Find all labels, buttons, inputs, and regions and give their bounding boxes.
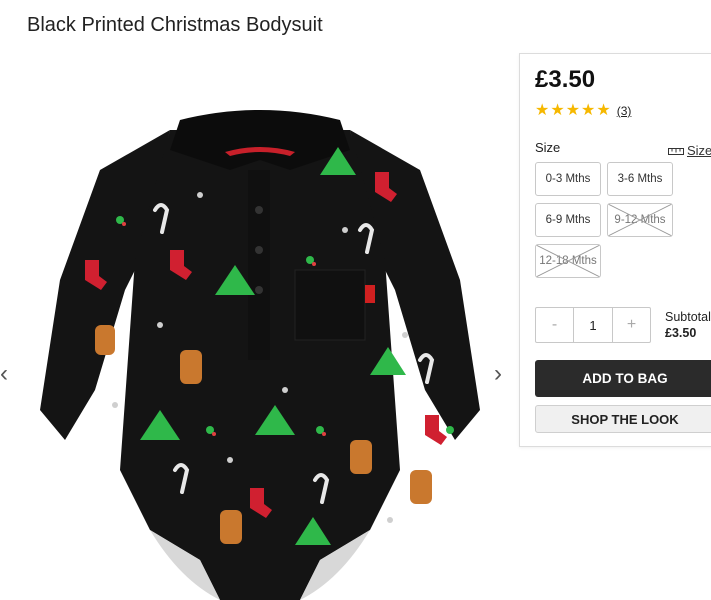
unavailable-cross-icon bbox=[536, 245, 600, 277]
size-option-3-6-mths[interactable]: 3-6 Mths bbox=[607, 162, 673, 196]
star-icon: ★ bbox=[596, 102, 611, 119]
size-label: Size bbox=[535, 140, 561, 155]
star-icon: ★ bbox=[550, 102, 565, 119]
star-icon: ★ bbox=[535, 102, 550, 119]
purchase-panel: £3.50 ★ ★ ★ ★ ★ (3) Size Size 0-3 Mths 3… bbox=[519, 53, 711, 447]
size-option-0-3-mths[interactable]: 0-3 Mths bbox=[535, 162, 601, 196]
size-option-label: 3-6 Mths bbox=[617, 173, 663, 185]
size-guide-link[interactable]: Size bbox=[668, 143, 711, 158]
shop-the-look-button[interactable]: SHOP THE LOOK bbox=[535, 405, 711, 433]
size-option-label: 0-3 Mths bbox=[545, 173, 591, 185]
unavailable-cross-icon bbox=[608, 204, 672, 236]
quantity-stepper: - 1 + bbox=[535, 307, 651, 343]
product-title: Black Printed Christmas Bodysuit bbox=[27, 14, 323, 36]
quantity-decrease-button[interactable]: - bbox=[536, 308, 573, 342]
gallery-next-arrow[interactable]: › bbox=[494, 362, 502, 386]
quantity-input[interactable]: 1 bbox=[573, 308, 613, 342]
size-option-label: 6-9 Mths bbox=[545, 214, 591, 226]
subtotal-amount: £3.50 bbox=[665, 326, 697, 340]
product-price: £3.50 bbox=[535, 66, 596, 93]
subtotal: Subtotal £3.50 bbox=[665, 309, 711, 341]
rating-stars: ★ ★ ★ ★ ★ (3) bbox=[535, 103, 631, 119]
add-to-bag-button[interactable]: ADD TO BAG bbox=[535, 360, 711, 397]
ruler-icon bbox=[668, 147, 684, 155]
star-icon: ★ bbox=[581, 102, 596, 119]
review-count-link[interactable]: (3) bbox=[617, 104, 632, 118]
quantity-increase-button[interactable]: + bbox=[613, 308, 650, 342]
star-icon: ★ bbox=[565, 102, 581, 119]
size-option-6-9-mths[interactable]: 6-9 Mths bbox=[535, 203, 601, 237]
gallery-prev-arrow[interactable]: ‹ bbox=[0, 362, 8, 386]
product-gallery: ‹ › bbox=[0, 50, 520, 600]
size-option-12-18-mths[interactable]: 12-18 Mths bbox=[535, 244, 601, 278]
size-option-9-12-mths[interactable]: 9-12 Mths bbox=[607, 203, 673, 237]
size-guide-label: Size bbox=[687, 143, 711, 158]
product-image bbox=[40, 110, 480, 600]
subtotal-label: Subtotal bbox=[665, 310, 711, 324]
